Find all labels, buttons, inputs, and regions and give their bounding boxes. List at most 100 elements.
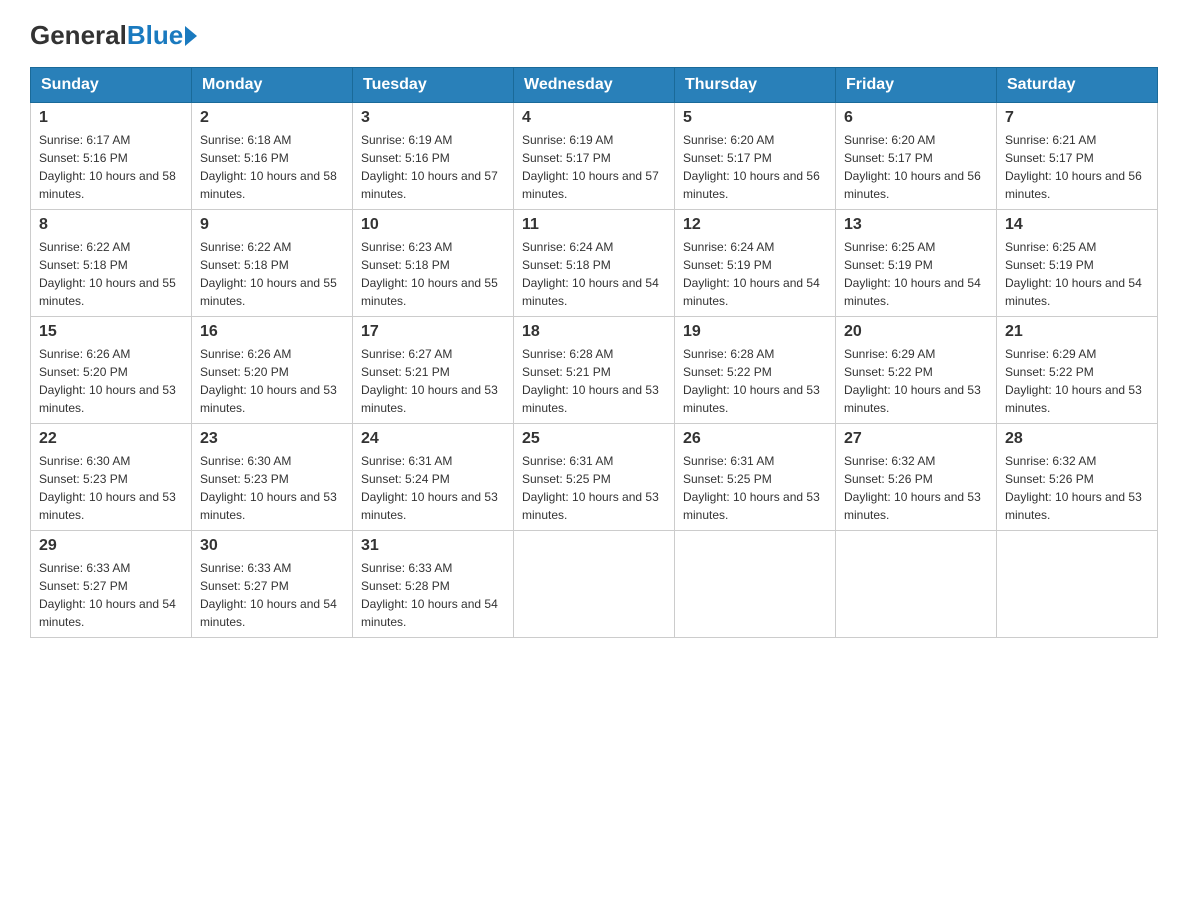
day-cell-7: 7 Sunrise: 6:21 AM Sunset: 5:17 PM Dayli… <box>997 103 1158 210</box>
day-number: 9 <box>200 216 344 234</box>
empty-cell-w4-5 <box>836 531 997 638</box>
day-number: 15 <box>39 323 183 341</box>
day-info: Sunrise: 6:26 AM Sunset: 5:20 PM Dayligh… <box>39 345 183 417</box>
day-info: Sunrise: 6:18 AM Sunset: 5:16 PM Dayligh… <box>200 131 344 203</box>
day-number: 2 <box>200 109 344 127</box>
day-cell-13: 13 Sunrise: 6:25 AM Sunset: 5:19 PM Dayl… <box>836 210 997 317</box>
day-number: 17 <box>361 323 505 341</box>
day-cell-14: 14 Sunrise: 6:25 AM Sunset: 5:19 PM Dayl… <box>997 210 1158 317</box>
day-info: Sunrise: 6:32 AM Sunset: 5:26 PM Dayligh… <box>1005 452 1149 524</box>
week-row-5: 29 Sunrise: 6:33 AM Sunset: 5:27 PM Dayl… <box>31 531 1158 638</box>
day-cell-4: 4 Sunrise: 6:19 AM Sunset: 5:17 PM Dayli… <box>514 103 675 210</box>
day-cell-21: 21 Sunrise: 6:29 AM Sunset: 5:22 PM Dayl… <box>997 317 1158 424</box>
calendar-table: SundayMondayTuesdayWednesdayThursdayFrid… <box>30 67 1158 638</box>
day-cell-17: 17 Sunrise: 6:27 AM Sunset: 5:21 PM Dayl… <box>353 317 514 424</box>
logo: General Blue <box>30 20 197 51</box>
weekday-header-row: SundayMondayTuesdayWednesdayThursdayFrid… <box>31 68 1158 103</box>
week-row-1: 1 Sunrise: 6:17 AM Sunset: 5:16 PM Dayli… <box>31 103 1158 210</box>
day-info: Sunrise: 6:31 AM Sunset: 5:24 PM Dayligh… <box>361 452 505 524</box>
day-cell-29: 29 Sunrise: 6:33 AM Sunset: 5:27 PM Dayl… <box>31 531 192 638</box>
day-info: Sunrise: 6:33 AM Sunset: 5:27 PM Dayligh… <box>39 559 183 631</box>
day-cell-2: 2 Sunrise: 6:18 AM Sunset: 5:16 PM Dayli… <box>192 103 353 210</box>
day-number: 4 <box>522 109 666 127</box>
day-cell-26: 26 Sunrise: 6:31 AM Sunset: 5:25 PM Dayl… <box>675 424 836 531</box>
day-number: 12 <box>683 216 827 234</box>
day-info: Sunrise: 6:33 AM Sunset: 5:28 PM Dayligh… <box>361 559 505 631</box>
day-cell-15: 15 Sunrise: 6:26 AM Sunset: 5:20 PM Dayl… <box>31 317 192 424</box>
day-info: Sunrise: 6:27 AM Sunset: 5:21 PM Dayligh… <box>361 345 505 417</box>
day-number: 25 <box>522 430 666 448</box>
day-number: 5 <box>683 109 827 127</box>
day-info: Sunrise: 6:24 AM Sunset: 5:18 PM Dayligh… <box>522 238 666 310</box>
day-info: Sunrise: 6:30 AM Sunset: 5:23 PM Dayligh… <box>200 452 344 524</box>
day-info: Sunrise: 6:20 AM Sunset: 5:17 PM Dayligh… <box>683 131 827 203</box>
day-number: 7 <box>1005 109 1149 127</box>
day-info: Sunrise: 6:22 AM Sunset: 5:18 PM Dayligh… <box>200 238 344 310</box>
day-number: 28 <box>1005 430 1149 448</box>
day-info: Sunrise: 6:26 AM Sunset: 5:20 PM Dayligh… <box>200 345 344 417</box>
weekday-header-sunday: Sunday <box>31 68 192 103</box>
day-info: Sunrise: 6:32 AM Sunset: 5:26 PM Dayligh… <box>844 452 988 524</box>
day-number: 3 <box>361 109 505 127</box>
day-cell-5: 5 Sunrise: 6:20 AM Sunset: 5:17 PM Dayli… <box>675 103 836 210</box>
day-number: 10 <box>361 216 505 234</box>
day-cell-30: 30 Sunrise: 6:33 AM Sunset: 5:27 PM Dayl… <box>192 531 353 638</box>
logo-blue-text: Blue <box>127 20 183 51</box>
day-number: 20 <box>844 323 988 341</box>
day-cell-31: 31 Sunrise: 6:33 AM Sunset: 5:28 PM Dayl… <box>353 531 514 638</box>
day-cell-3: 3 Sunrise: 6:19 AM Sunset: 5:16 PM Dayli… <box>353 103 514 210</box>
day-info: Sunrise: 6:17 AM Sunset: 5:16 PM Dayligh… <box>39 131 183 203</box>
day-number: 23 <box>200 430 344 448</box>
day-info: Sunrise: 6:19 AM Sunset: 5:16 PM Dayligh… <box>361 131 505 203</box>
day-info: Sunrise: 6:28 AM Sunset: 5:22 PM Dayligh… <box>683 345 827 417</box>
logo-general-text: General <box>30 20 127 51</box>
day-info: Sunrise: 6:28 AM Sunset: 5:21 PM Dayligh… <box>522 345 666 417</box>
day-info: Sunrise: 6:31 AM Sunset: 5:25 PM Dayligh… <box>522 452 666 524</box>
day-info: Sunrise: 6:30 AM Sunset: 5:23 PM Dayligh… <box>39 452 183 524</box>
weekday-header-wednesday: Wednesday <box>514 68 675 103</box>
day-cell-8: 8 Sunrise: 6:22 AM Sunset: 5:18 PM Dayli… <box>31 210 192 317</box>
day-number: 6 <box>844 109 988 127</box>
day-number: 31 <box>361 537 505 555</box>
day-number: 21 <box>1005 323 1149 341</box>
logo-triangle-icon <box>185 26 197 46</box>
day-cell-6: 6 Sunrise: 6:20 AM Sunset: 5:17 PM Dayli… <box>836 103 997 210</box>
week-row-4: 22 Sunrise: 6:30 AM Sunset: 5:23 PM Dayl… <box>31 424 1158 531</box>
day-info: Sunrise: 6:22 AM Sunset: 5:18 PM Dayligh… <box>39 238 183 310</box>
weekday-header-thursday: Thursday <box>675 68 836 103</box>
day-cell-12: 12 Sunrise: 6:24 AM Sunset: 5:19 PM Dayl… <box>675 210 836 317</box>
day-cell-16: 16 Sunrise: 6:26 AM Sunset: 5:20 PM Dayl… <box>192 317 353 424</box>
day-cell-19: 19 Sunrise: 6:28 AM Sunset: 5:22 PM Dayl… <box>675 317 836 424</box>
weekday-header-monday: Monday <box>192 68 353 103</box>
empty-cell-w4-6 <box>997 531 1158 638</box>
weekday-header-saturday: Saturday <box>997 68 1158 103</box>
week-row-3: 15 Sunrise: 6:26 AM Sunset: 5:20 PM Dayl… <box>31 317 1158 424</box>
day-info: Sunrise: 6:33 AM Sunset: 5:27 PM Dayligh… <box>200 559 344 631</box>
day-number: 27 <box>844 430 988 448</box>
empty-cell-w4-4 <box>675 531 836 638</box>
weekday-header-friday: Friday <box>836 68 997 103</box>
day-info: Sunrise: 6:29 AM Sunset: 5:22 PM Dayligh… <box>1005 345 1149 417</box>
day-number: 18 <box>522 323 666 341</box>
day-cell-11: 11 Sunrise: 6:24 AM Sunset: 5:18 PM Dayl… <box>514 210 675 317</box>
day-info: Sunrise: 6:24 AM Sunset: 5:19 PM Dayligh… <box>683 238 827 310</box>
page-header: General Blue <box>30 20 1158 51</box>
day-info: Sunrise: 6:21 AM Sunset: 5:17 PM Dayligh… <box>1005 131 1149 203</box>
day-cell-23: 23 Sunrise: 6:30 AM Sunset: 5:23 PM Dayl… <box>192 424 353 531</box>
day-number: 29 <box>39 537 183 555</box>
day-info: Sunrise: 6:20 AM Sunset: 5:17 PM Dayligh… <box>844 131 988 203</box>
day-cell-24: 24 Sunrise: 6:31 AM Sunset: 5:24 PM Dayl… <box>353 424 514 531</box>
day-number: 16 <box>200 323 344 341</box>
day-info: Sunrise: 6:25 AM Sunset: 5:19 PM Dayligh… <box>1005 238 1149 310</box>
calendar-header: SundayMondayTuesdayWednesdayThursdayFrid… <box>31 68 1158 103</box>
day-cell-20: 20 Sunrise: 6:29 AM Sunset: 5:22 PM Dayl… <box>836 317 997 424</box>
day-info: Sunrise: 6:29 AM Sunset: 5:22 PM Dayligh… <box>844 345 988 417</box>
day-number: 13 <box>844 216 988 234</box>
day-cell-9: 9 Sunrise: 6:22 AM Sunset: 5:18 PM Dayli… <box>192 210 353 317</box>
day-number: 22 <box>39 430 183 448</box>
day-number: 11 <box>522 216 666 234</box>
day-info: Sunrise: 6:23 AM Sunset: 5:18 PM Dayligh… <box>361 238 505 310</box>
day-cell-28: 28 Sunrise: 6:32 AM Sunset: 5:26 PM Dayl… <box>997 424 1158 531</box>
day-cell-1: 1 Sunrise: 6:17 AM Sunset: 5:16 PM Dayli… <box>31 103 192 210</box>
day-cell-27: 27 Sunrise: 6:32 AM Sunset: 5:26 PM Dayl… <box>836 424 997 531</box>
